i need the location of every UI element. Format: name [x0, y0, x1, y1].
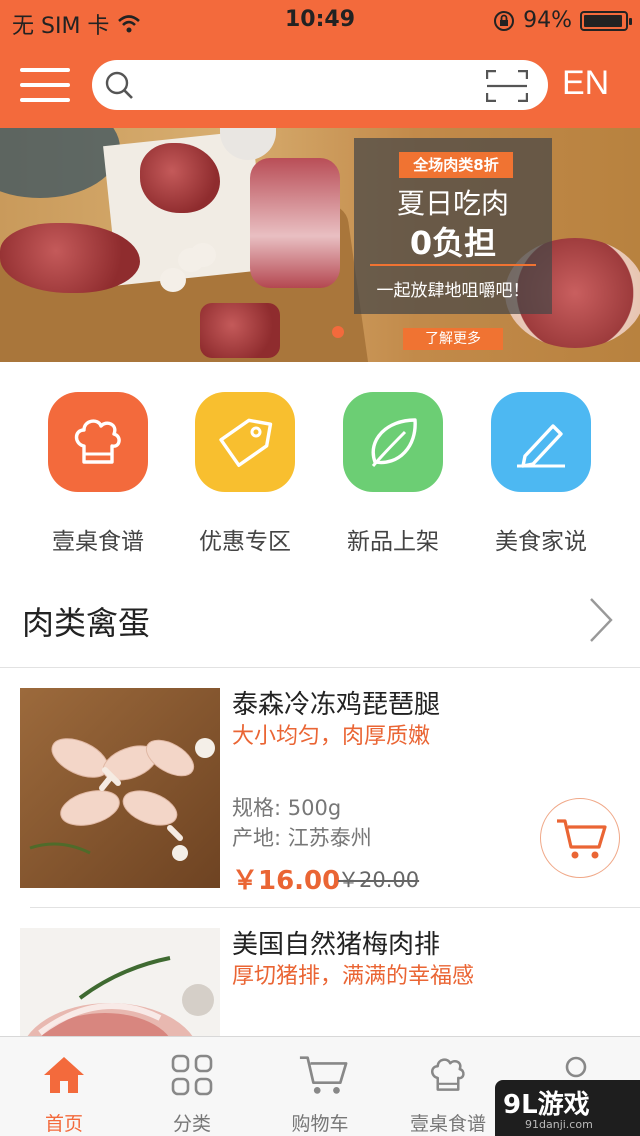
add-to-cart-button[interactable]: [540, 798, 620, 878]
tab-categories[interactable]: 分类: [128, 1037, 256, 1136]
quick-nav-icon-bg: [491, 392, 591, 492]
banner-packed-meat-image: [250, 158, 340, 288]
quick-nav: 壹桌食谱 优惠专区 新品上架 美食家说: [0, 380, 640, 555]
tab-label: 壹桌食谱: [409, 1113, 486, 1135]
top-header: 无 SIM 卡 10:49 94% EN: [0, 0, 640, 128]
learn-more-button[interactable]: 了解更多: [403, 328, 503, 350]
watermark-url: 91danji.com: [525, 1118, 593, 1131]
quick-nav-deals[interactable]: 优惠专区: [170, 392, 320, 555]
quick-nav-label: 新品上架: [347, 529, 439, 555]
product-image[interactable]: [20, 688, 220, 888]
tab-label: 首页: [44, 1113, 83, 1135]
quick-nav-icon-bg: [343, 392, 443, 492]
promo-card: 全场肉类8折 夏日吃肉 0负担 一起放肆地咀嚼吧！: [354, 138, 552, 314]
grid-icon: [171, 1054, 213, 1096]
product-desc: 厚切猪排，满满的幸福感: [232, 964, 475, 989]
product-name[interactable]: 美国自然猪梅肉排: [232, 924, 440, 961]
tab-cart[interactable]: 购物车: [256, 1037, 384, 1136]
promo-title: 夏日吃肉: [396, 187, 509, 220]
battery-icon: [580, 10, 632, 31]
banner-cubes-image: [200, 303, 280, 358]
quick-nav-foodie-talk[interactable]: 美食家说: [466, 392, 616, 555]
quick-nav-label: 壹桌食谱: [52, 529, 144, 555]
product-origin: 产地: 江苏泰州: [232, 826, 372, 850]
product-spec: 规格: 500g: [232, 796, 342, 820]
scan-icon[interactable]: [486, 70, 528, 102]
promo-headline: 0负担: [409, 224, 497, 262]
battery-fill: [584, 14, 622, 27]
banner-plate-image: [0, 128, 120, 198]
chef-hat-icon: [431, 1058, 465, 1091]
drumsticks-image: [20, 688, 220, 888]
tab-recipes[interactable]: 壹桌食谱: [384, 1037, 512, 1136]
quick-nav-new-arrivals[interactable]: 新品上架: [318, 392, 468, 555]
language-button[interactable]: EN: [562, 64, 609, 103]
product-old-price: ￥20.00: [338, 868, 420, 892]
leaf-icon: [371, 418, 417, 467]
quick-nav-label: 美食家说: [495, 529, 587, 555]
menu-button[interactable]: [20, 66, 70, 104]
product-price: ￥16.00: [232, 866, 341, 896]
battery-percent: 94%: [523, 8, 572, 33]
tag-icon: [219, 418, 273, 467]
quick-nav-icon-bg: [48, 392, 148, 492]
product-name[interactable]: 泰森冷冻鸡琵琶腿: [232, 684, 440, 721]
menu-icon: [20, 68, 70, 72]
divider: [30, 907, 640, 908]
banner-garlic-image: [160, 268, 186, 292]
promo-tag: 全场肉类8折: [399, 152, 513, 178]
section-title: 肉类禽蛋: [22, 604, 151, 642]
watermark-logo: 9L游戏 91danji.com: [495, 1080, 640, 1136]
status-bar: 无 SIM 卡 10:49 94%: [0, 0, 640, 40]
rotation-lock-icon: [494, 10, 515, 31]
status-right: 94%: [493, 8, 632, 33]
search-icon: [105, 71, 133, 99]
home-icon: [44, 1057, 84, 1093]
product-card[interactable]: 泰森冷冻鸡琵琶腿 大小均匀，肉厚质嫩 规格: 500g 产地: 江苏泰州 ￥16…: [0, 670, 640, 896]
search-input[interactable]: [142, 68, 462, 102]
section-header[interactable]: 肉类禽蛋: [0, 576, 640, 668]
promo-divider: [370, 264, 536, 266]
nav-bar: EN: [0, 54, 640, 114]
watermark-text: 9L游戏: [503, 1090, 590, 1120]
quick-nav-recipes[interactable]: 壹桌食谱: [23, 392, 173, 555]
tab-home[interactable]: 首页: [0, 1037, 128, 1136]
pencil-icon: [517, 424, 565, 468]
banner-page-dot[interactable]: [332, 326, 344, 338]
product-desc: 大小均匀，肉厚质嫩: [232, 724, 431, 749]
tab-label: 购物车: [291, 1113, 349, 1135]
cart-icon: [557, 819, 607, 859]
quick-nav-label: 优惠专区: [199, 529, 291, 555]
tab-label: 分类: [172, 1113, 211, 1135]
promo-subtitle: 一起放肆地咀嚼吧！: [376, 281, 530, 301]
cart-icon: [299, 1056, 348, 1094]
search-bar[interactable]: [92, 60, 548, 110]
quick-nav-icon-bg: [195, 392, 295, 492]
chevron-right-icon[interactable]: [588, 596, 614, 644]
chef-hat-icon: [74, 419, 121, 464]
